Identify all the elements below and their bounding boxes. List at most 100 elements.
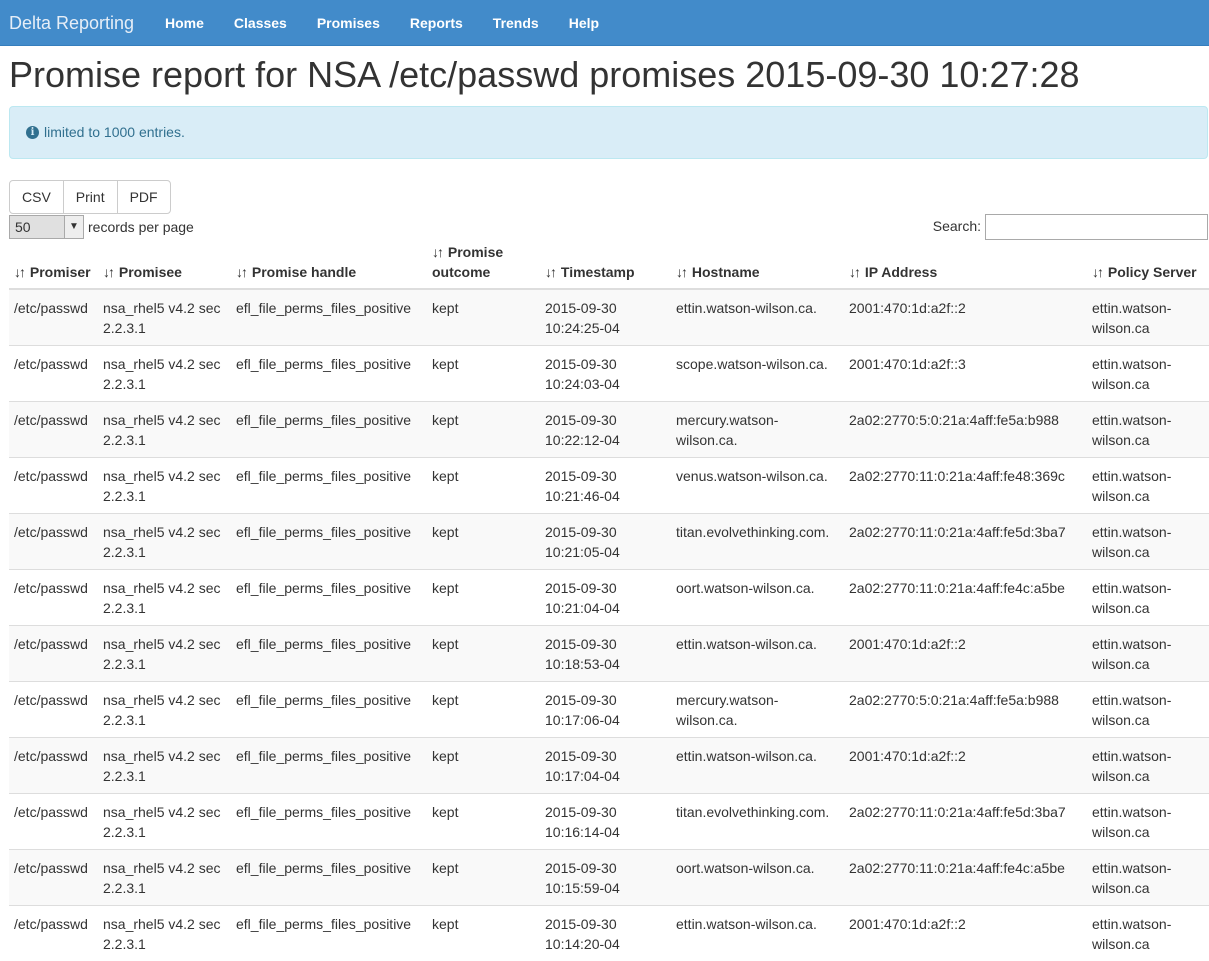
policy-server-cell: ettin.watson-wilson.ca [1087,624,1209,682]
column-header-promise-handle[interactable]: ↓↑ Promise handle [231,241,427,290]
promisee-cell: nsa_rhel5 v4.2 sec 2.2.3.1 [98,792,231,850]
pdf-button[interactable]: PDF [116,179,171,214]
ip-address-cell: 2a02:2770:11:0:21a:4aff:fe4c:a5be [844,848,1087,906]
info-circle-icon: i [26,125,39,139]
hostname-cell: titan.evolvethinking.com. [671,792,844,850]
promise-handle-cell: efl_file_perms_files_positive [231,848,427,906]
column-header-hostname[interactable]: ↓↑ Hostname [671,241,844,290]
timestamp-cell: 2015-09-30 10:22:12-04 [540,400,671,458]
promisee-cell: nsa_rhel5 v4.2 sec 2.2.3.1 [98,680,231,738]
search-input[interactable] [985,213,1208,240]
policy-server-cell: ettin.watson-wilson.ca [1087,288,1209,346]
hostname-cell: mercury.watson-wilson.ca. [671,680,844,738]
column-header-promisee[interactable]: ↓↑ Promisee [98,241,231,290]
ip-address-cell: 2a02:2770:5:0:21a:4aff:fe5a:b988 [844,680,1087,738]
timestamp-cell: 2015-09-30 10:21:46-04 [540,456,671,514]
timestamp-cell: 2015-09-30 10:21:04-04 [540,568,671,626]
promiser-cell: /etc/passwd [9,344,98,402]
csv-button[interactable]: CSV [9,179,64,214]
ip-address-cell: 2001:470:1d:a2f::2 [844,288,1087,346]
promisee-cell: nsa_rhel5 v4.2 sec 2.2.3.1 [98,624,231,682]
ip-address-cell: 2001:470:1d:a2f::2 [844,624,1087,682]
ip-address-cell: 2a02:2770:11:0:21a:4aff:fe4c:a5be [844,568,1087,626]
table-row: /etc/passwd nsa_rhel5 v4.2 sec 2.2.3.1 efl… [9,568,1209,626]
policy-server-cell: ettin.watson-wilson.ca [1087,848,1209,906]
nav-item-home[interactable]: Home [156,1,219,45]
ip-address-cell: 2a02:2770:5:0:21a:4aff:fe5a:b988 [844,400,1087,458]
table-row: /etc/passwd nsa_rhel5 v4.2 sec 2.2.3.1 efl… [9,680,1209,738]
promise-handle-cell: efl_file_perms_files_positive [231,568,427,626]
table-row: /etc/passwd nsa_rhel5 v4.2 sec 2.2.3.1 efl… [9,512,1209,570]
records-per-page-value: 50 [15,218,31,235]
ip-address-cell: 2001:470:1d:a2f::2 [844,736,1087,794]
column-header-promiser[interactable]: ↓↑ Promiser [9,241,98,290]
nav-item-promises[interactable]: Promises [302,1,395,45]
table-header-row: ↓↑ Promiser ↓↑ Promisee ↓↑ Promise handl… [9,241,1209,290]
hostname-cell: ettin.watson-wilson.ca. [671,904,844,961]
promise-handle-cell: efl_file_perms_files_positive [231,512,427,570]
promiser-cell: /etc/passwd [9,456,98,514]
promiser-cell: /etc/passwd [9,288,98,346]
promise-outcome-cell: kept [427,624,540,682]
ip-address-cell: 2a02:2770:11:0:21a:4aff:fe48:369c [844,456,1087,514]
promisee-cell: nsa_rhel5 v4.2 sec 2.2.3.1 [98,736,231,794]
promisee-cell: nsa_rhel5 v4.2 sec 2.2.3.1 [98,400,231,458]
promise-outcome-cell: kept [427,904,540,961]
nav-item-trends[interactable]: Trends [478,1,554,45]
sort-icon: ↓↑ [849,263,861,280]
promisee-cell: nsa_rhel5 v4.2 sec 2.2.3.1 [98,848,231,906]
promise-outcome-cell: kept [427,568,540,626]
nav-item-reports[interactable]: Reports [395,1,478,45]
records-per-page-select[interactable]: 50 ▼ [9,214,84,239]
table-row: /etc/passwd nsa_rhel5 v4.2 sec 2.2.3.1 efl… [9,736,1209,794]
sort-icon: ↓↑ [236,263,248,280]
table-body: /etc/passwd nsa_rhel5 v4.2 sec 2.2.3.1 efl… [9,288,1209,961]
print-button[interactable]: Print [62,179,118,214]
ip-address-cell: 2a02:2770:11:0:21a:4aff:fe5d:3ba7 [844,512,1087,570]
sort-icon: ↓↑ [432,243,444,260]
column-header-policy-server[interactable]: ↓↑ Policy Server [1087,241,1209,290]
sort-icon: ↓↑ [545,263,557,280]
ip-address-cell: 2a02:2770:11:0:21a:4aff:fe5d:3ba7 [844,792,1087,850]
hostname-cell: mercury.watson-wilson.ca. [671,400,844,458]
promisee-cell: nsa_rhel5 v4.2 sec 2.2.3.1 [98,456,231,514]
table-row: /etc/passwd nsa_rhel5 v4.2 sec 2.2.3.1 efl… [9,904,1209,961]
promise-outcome-cell: kept [427,512,540,570]
sort-icon: ↓↑ [676,263,688,280]
ip-address-cell: 2001:470:1d:a2f::2 [844,904,1087,961]
promise-handle-cell: efl_file_perms_files_positive [231,400,427,458]
promiser-cell: /etc/passwd [9,904,98,961]
hostname-cell: ettin.watson-wilson.ca. [671,624,844,682]
page-title: Promise report for NSA /etc/passwd promi… [9,54,1080,95]
promise-handle-cell: efl_file_perms_files_positive [231,680,427,738]
chevron-down-icon[interactable]: ▼ [64,215,83,238]
hostname-cell: ettin.watson-wilson.ca. [671,288,844,346]
promise-outcome-cell: kept [427,736,540,794]
policy-server-cell: ettin.watson-wilson.ca [1087,456,1209,514]
nav-item-classes[interactable]: Classes [219,1,302,45]
timestamp-cell: 2015-09-30 10:24:03-04 [540,344,671,402]
promiser-cell: /etc/passwd [9,792,98,850]
policy-server-cell: ettin.watson-wilson.ca [1087,400,1209,458]
column-header-ip-address[interactable]: ↓↑ IP Address [844,241,1087,290]
policy-server-cell: ettin.watson-wilson.ca [1087,792,1209,850]
promise-handle-cell: efl_file_perms_files_positive [231,456,427,514]
policy-server-cell: ettin.watson-wilson.ca [1087,512,1209,570]
promiser-cell: /etc/passwd [9,568,98,626]
navbar: Delta Reporting Home Classes Promises Re… [0,0,1209,46]
nav-item-help[interactable]: Help [554,1,614,45]
promise-handle-cell: efl_file_perms_files_positive [231,736,427,794]
records-per-page-label: records per page [88,218,194,235]
brand-link[interactable]: Delta Reporting [0,0,156,46]
promise-outcome-cell: kept [427,400,540,458]
column-header-promise-outcome[interactable]: ↓↑ Promise outcome [427,241,540,290]
column-header-timestamp[interactable]: ↓↑ Timestamp [540,241,671,290]
timestamp-cell: 2015-09-30 10:14:20-04 [540,904,671,961]
policy-server-cell: ettin.watson-wilson.ca [1087,344,1209,402]
promise-handle-cell: efl_file_perms_files_positive [231,904,427,961]
info-alert: i limited to 1000 entries. [9,105,1208,159]
promisee-cell: nsa_rhel5 v4.2 sec 2.2.3.1 [98,568,231,626]
nav-menu: Home Classes Promises Reports Trends Hel… [156,1,614,45]
promise-outcome-cell: kept [427,456,540,514]
timestamp-cell: 2015-09-30 10:21:05-04 [540,512,671,570]
